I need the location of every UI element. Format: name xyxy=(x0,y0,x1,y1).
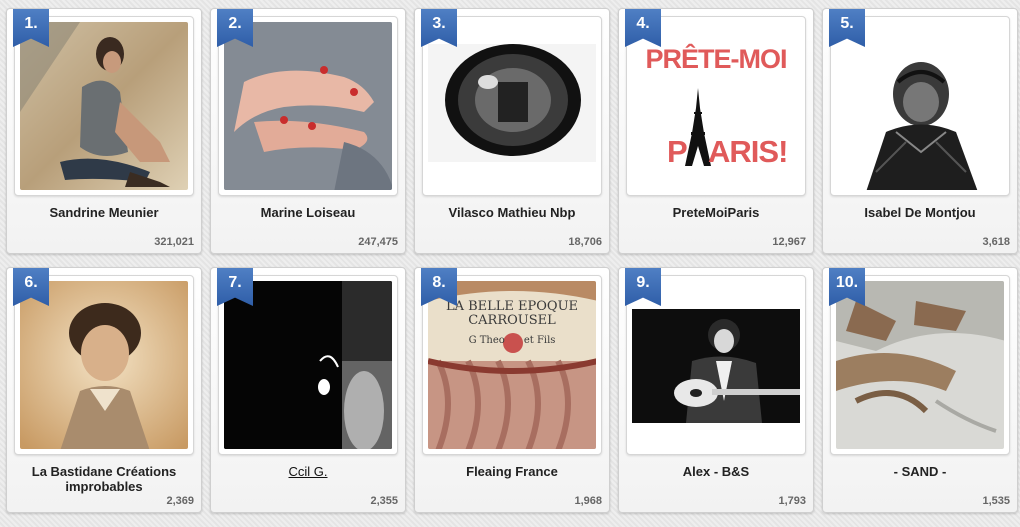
follower-count: 3,618 xyxy=(982,236,1010,248)
logo-text-bottom: ARIS! xyxy=(708,134,788,169)
photo-vintage-portrait xyxy=(20,281,188,449)
board-owner-name[interactable]: Marine Loiseau xyxy=(215,205,401,220)
follower-count: 1,968 xyxy=(574,495,602,507)
board-card[interactable]: 6. La Bastidane Créations improbables 2,… xyxy=(6,267,202,513)
follower-count: 1,793 xyxy=(778,495,806,507)
sign-text-line3: G Theo et Fils xyxy=(468,335,556,346)
board-card[interactable]: 8. LA BELLE EPOQUE CARROUSEL G Theo et F… xyxy=(414,267,610,513)
photo-guitarist xyxy=(632,281,800,449)
board-card[interactable]: 2. Marine Loiseau 247,475 xyxy=(210,8,406,254)
follower-count: 18,706 xyxy=(568,236,602,248)
sign-text-line2: CARROUSEL xyxy=(468,313,556,328)
board-card[interactable]: 7. Ccil G. 2,355 xyxy=(210,267,406,513)
board-card[interactable]: 3. Vilasco Mathieu Nbp 18,706 xyxy=(414,8,610,254)
board-owner-name[interactable]: Alex - B&S xyxy=(623,464,809,479)
logo-text-top: PRÊTE-MOI xyxy=(645,44,787,74)
board-owner-name[interactable]: PreteMoiParis xyxy=(623,205,809,220)
logo-letter-p: P xyxy=(667,134,688,169)
board-card[interactable]: 9. Alex - B&S 1,793 xyxy=(618,267,814,513)
follower-count: 1,535 xyxy=(982,495,1010,507)
photo-dark-doorway xyxy=(224,281,392,449)
board-owner-name[interactable]: - SAND - xyxy=(827,464,1013,479)
follower-count: 321,021 xyxy=(154,236,194,248)
board-card[interactable]: 1. Sandrine Meunier 321,021 xyxy=(6,8,202,254)
photo-mirror xyxy=(428,22,596,190)
logo-pretemoiparis: PRÊTE-MOI ARIS! P xyxy=(632,22,800,190)
follower-count: 12,967 xyxy=(772,236,806,248)
board-card[interactable]: 5. Isabel De Montjou 3,618 xyxy=(822,8,1018,254)
photo-beach-woman xyxy=(20,22,188,190)
board-card[interactable]: 4. PRÊTE-MOI ARIS! P PreteMoiParis 12,96… xyxy=(618,8,814,254)
follower-count: 2,369 xyxy=(166,495,194,507)
follower-count: 2,355 xyxy=(370,495,398,507)
painting-feet xyxy=(836,281,1004,449)
board-owner-name[interactable]: La Bastidane Créations improbables xyxy=(11,464,197,494)
board-owner-name[interactable]: Sandrine Meunier xyxy=(11,205,197,220)
board-owner-name[interactable]: Vilasco Mathieu Nbp xyxy=(419,205,605,220)
photo-hands xyxy=(224,22,392,190)
board-owner-name[interactable]: Ccil G. xyxy=(215,464,401,479)
board-card[interactable]: 10. - SAND - 1,535 xyxy=(822,267,1018,513)
board-owner-name[interactable]: Fleaing France xyxy=(419,464,605,479)
illustration-portrait xyxy=(836,22,1004,190)
board-owner-name[interactable]: Isabel De Montjou xyxy=(827,205,1013,220)
follower-count: 247,475 xyxy=(358,236,398,248)
photo-carousel: LA BELLE EPOQUE CARROUSEL G Theo et Fils xyxy=(428,281,596,449)
